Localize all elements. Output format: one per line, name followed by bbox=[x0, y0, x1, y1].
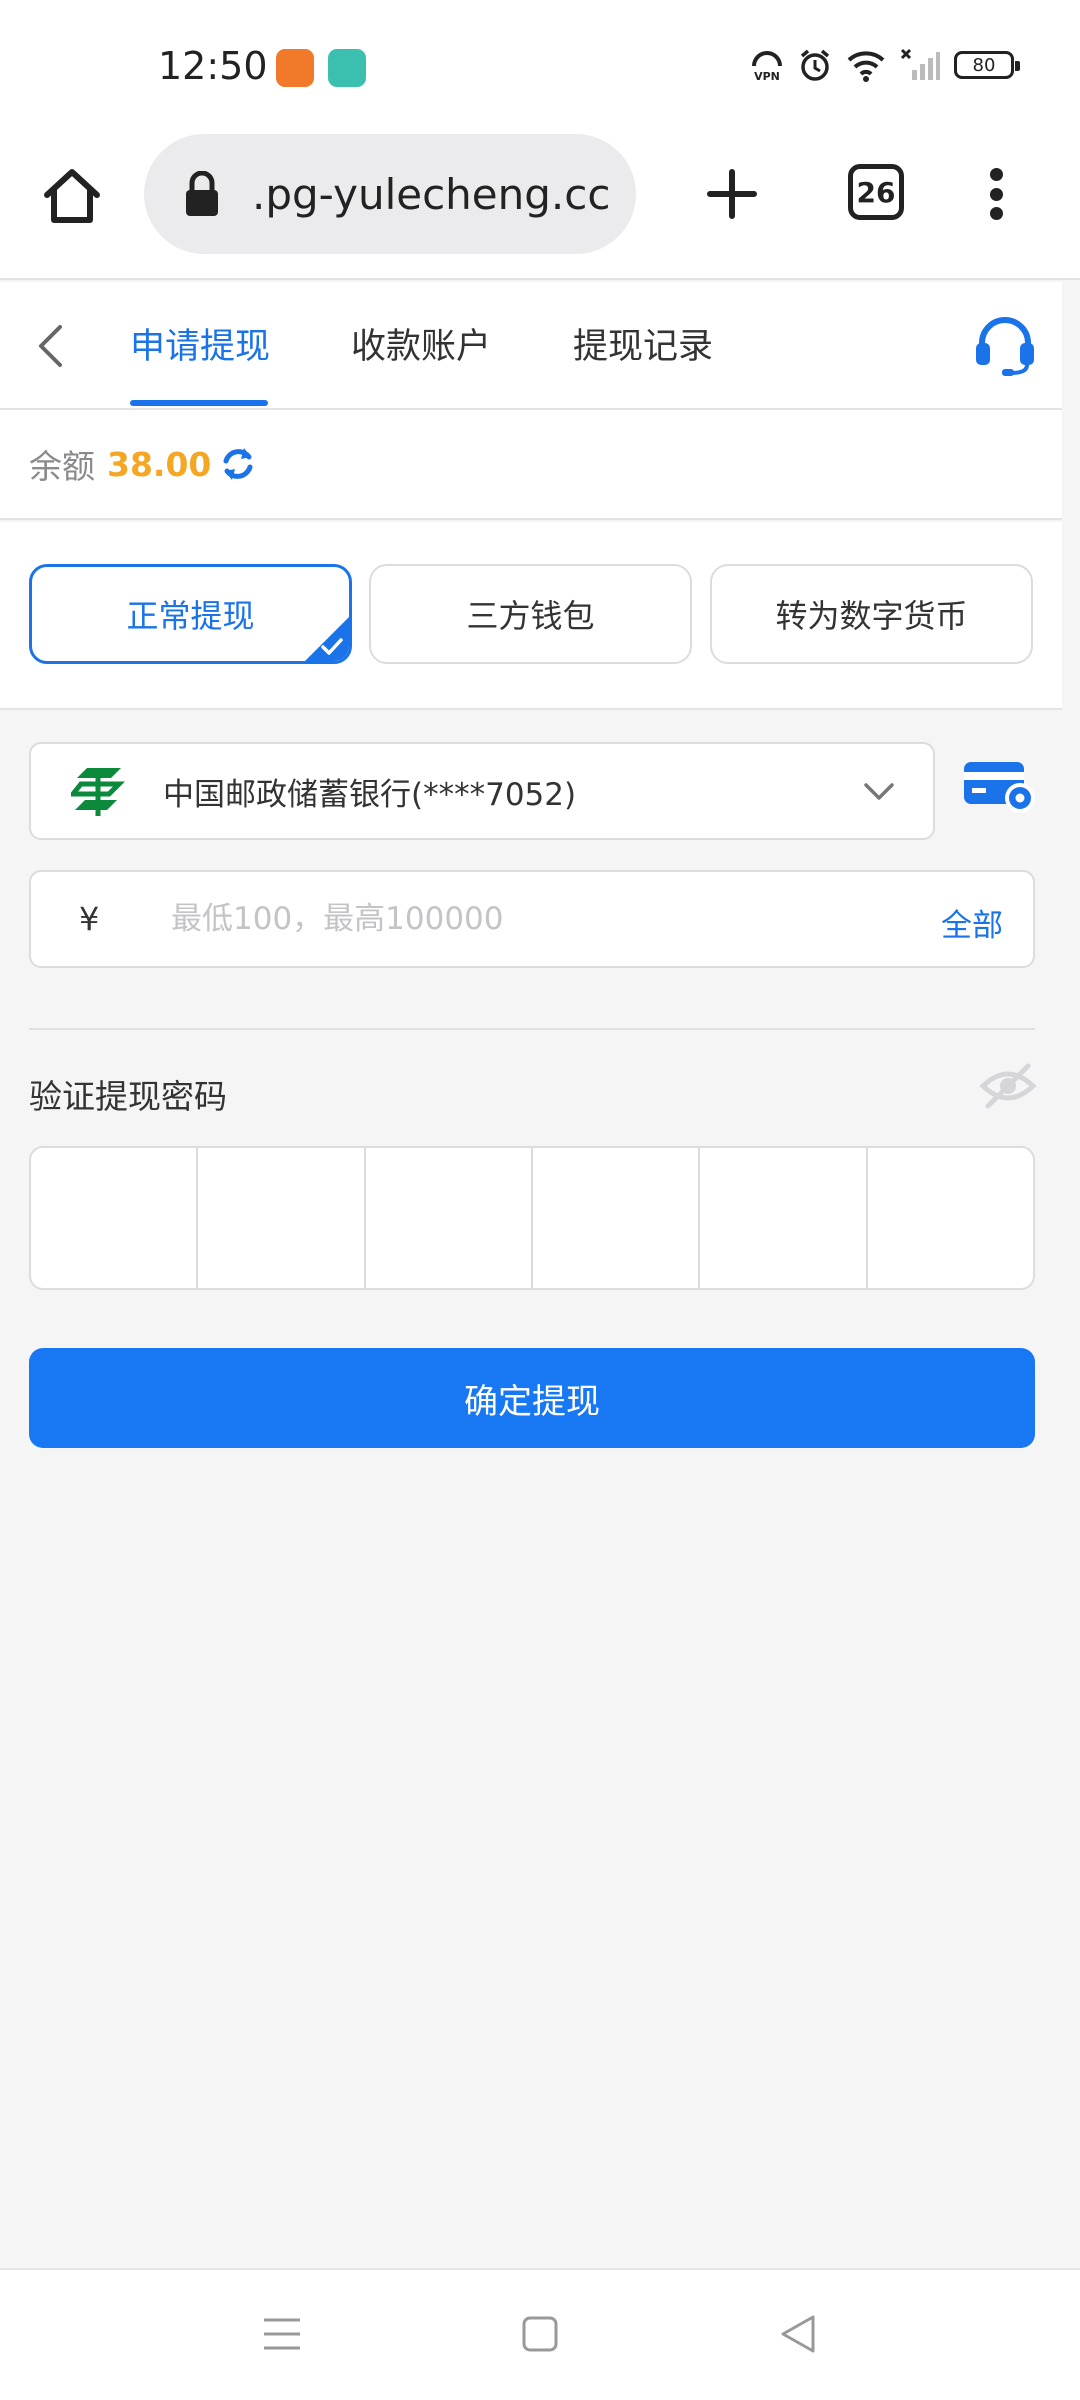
postal-bank-logo-icon bbox=[69, 762, 127, 820]
plus-icon bbox=[707, 169, 757, 219]
pin-digit-box[interactable] bbox=[533, 1148, 701, 1288]
tab-switcher-button[interactable]: 26 bbox=[848, 164, 904, 220]
pin-digit-box[interactable] bbox=[366, 1148, 533, 1288]
customer-support-button[interactable] bbox=[970, 314, 1040, 378]
amount-field: ¥ 全部 bbox=[29, 870, 1035, 968]
balance-label: 余额 bbox=[29, 447, 95, 486]
pin-digit-box[interactable] bbox=[198, 1148, 366, 1288]
tab-withdraw-records[interactable]: 提现记录 bbox=[573, 318, 713, 369]
home-nav-button[interactable] bbox=[516, 2310, 564, 2358]
status-bar: 12:50 VPN 80 bbox=[0, 0, 1080, 130]
back-button[interactable] bbox=[26, 316, 74, 376]
address-bar[interactable]: .pg-yulecheng.cc bbox=[144, 134, 636, 254]
menu-dot bbox=[989, 168, 1003, 181]
chevron-down-icon bbox=[864, 783, 894, 800]
browser-menu-button[interactable] bbox=[976, 158, 1016, 230]
tab-apply-withdraw[interactable]: 申请提现 bbox=[130, 318, 270, 369]
method-third-party-wallet[interactable]: 三方钱包 bbox=[369, 564, 692, 664]
menu-lines-icon bbox=[264, 2318, 300, 2350]
bank-name: 中国邮政储蓄银行(****7052) bbox=[163, 776, 577, 813]
signal-icon bbox=[900, 48, 940, 80]
battery-icon: 80 bbox=[954, 51, 1020, 79]
tab-receiving-account[interactable]: 收款账户 bbox=[351, 318, 491, 369]
refresh-icon[interactable] bbox=[219, 445, 257, 483]
method-label: 三方钱包 bbox=[466, 597, 595, 635]
chevron-left-icon bbox=[39, 325, 62, 367]
active-tab-indicator bbox=[130, 400, 268, 406]
menu-dot bbox=[989, 207, 1003, 220]
alarm-icon bbox=[800, 49, 830, 81]
withdraw-method-section: 正常提现 三方钱包 转为数字货币 bbox=[0, 522, 1062, 710]
balance-row: 余额 38.00 bbox=[0, 410, 1062, 520]
app-notification-icon bbox=[276, 49, 314, 87]
status-time: 12:50 bbox=[158, 44, 268, 88]
password-label: 验证提现密码 bbox=[29, 1077, 227, 1116]
bank-account-select[interactable]: 中国邮政储蓄银行(****7052) bbox=[29, 742, 935, 840]
svg-text:VPN: VPN bbox=[754, 70, 780, 82]
system-navigation-bar bbox=[0, 2268, 1080, 2400]
balance-value: 38.00 bbox=[107, 444, 212, 484]
password-pin-input[interactable] bbox=[29, 1146, 1035, 1290]
headset-icon bbox=[976, 317, 1034, 376]
recent-apps-button[interactable] bbox=[258, 2310, 306, 2358]
withdraw-all-button[interactable]: 全部 bbox=[941, 900, 1003, 945]
browser-toolbar: .pg-yulecheng.cc 26 bbox=[0, 130, 1080, 280]
square-icon bbox=[522, 2316, 558, 2352]
method-normal-withdraw[interactable]: 正常提现 bbox=[29, 564, 352, 664]
method-label: 正常提现 bbox=[126, 597, 255, 635]
triangle-back-icon bbox=[781, 2315, 815, 2353]
check-icon bbox=[321, 638, 343, 655]
method-digital-currency[interactable]: 转为数字货币 bbox=[710, 564, 1033, 664]
pin-digit-box[interactable] bbox=[700, 1148, 868, 1288]
new-tab-button[interactable] bbox=[696, 158, 768, 230]
eye-off-icon[interactable] bbox=[980, 1058, 1036, 1114]
status-icons: VPN 80 bbox=[750, 48, 1020, 82]
back-nav-button[interactable] bbox=[774, 2310, 822, 2358]
chat-notification-icon bbox=[328, 49, 366, 87]
menu-dot bbox=[989, 187, 1003, 201]
pin-digit-box[interactable] bbox=[31, 1148, 199, 1288]
wifi-icon bbox=[847, 51, 885, 82]
pin-digit-box[interactable] bbox=[868, 1148, 1033, 1288]
url-text: .pg-yulecheng.cc bbox=[252, 169, 611, 219]
home-button[interactable] bbox=[36, 160, 108, 232]
page-nav: 申请提现 收款账户 提现记录 bbox=[0, 282, 1062, 410]
lock-icon bbox=[184, 170, 224, 218]
confirm-withdraw-button[interactable]: 确定提现 bbox=[29, 1348, 1035, 1448]
amount-input[interactable] bbox=[171, 901, 891, 937]
currency-symbol: ¥ bbox=[79, 900, 100, 938]
section-divider bbox=[29, 1028, 1035, 1030]
card-settings-icon[interactable] bbox=[962, 756, 1038, 816]
vpn-icon: VPN bbox=[752, 51, 782, 82]
home-icon bbox=[44, 169, 100, 223]
method-label: 转为数字货币 bbox=[775, 597, 968, 635]
